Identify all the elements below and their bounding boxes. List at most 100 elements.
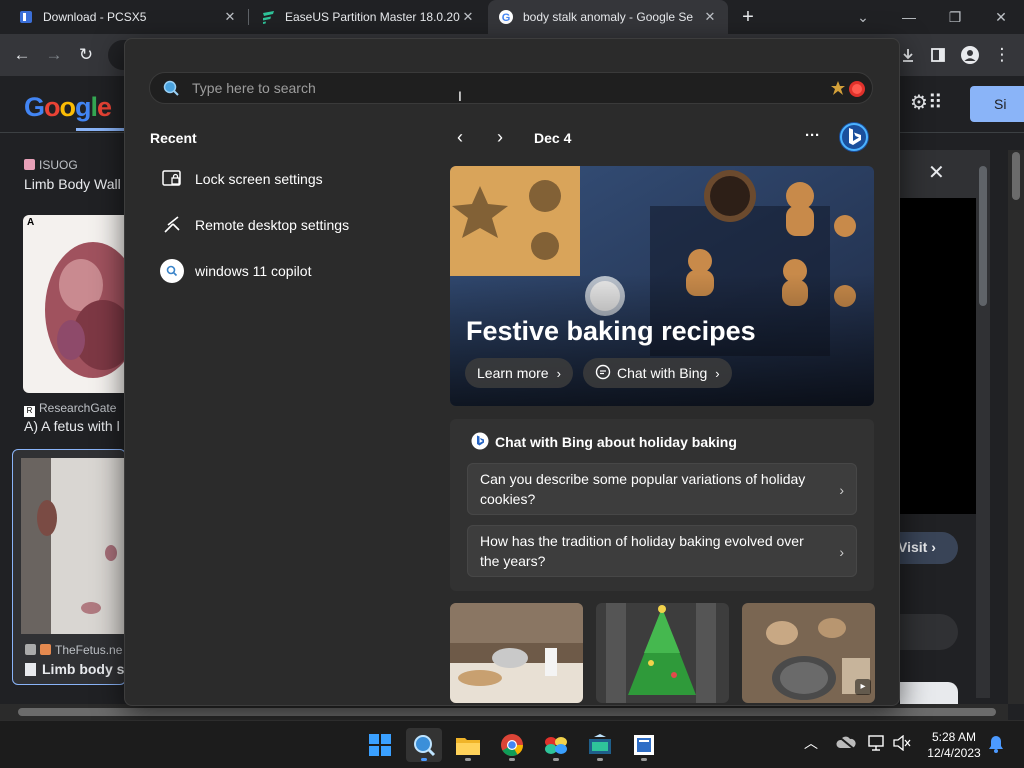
clock-time: 5:28 AM	[931, 730, 977, 744]
chevron-right-icon: ›	[715, 365, 720, 381]
question-text: How has the tradition of holiday baking …	[480, 533, 804, 569]
tab-underline	[76, 128, 124, 131]
easeus-favicon-icon	[260, 9, 276, 25]
chevron-right-icon: ›	[839, 482, 844, 498]
network-icon[interactable]	[868, 735, 886, 754]
image-panel-label: A	[27, 217, 35, 228]
result-title[interactable]: Limb body s	[42, 661, 124, 677]
bing-chat-icon	[471, 432, 489, 455]
result-title[interactable]: Limb Body Wall	[24, 176, 121, 192]
file-explorer-icon[interactable]	[450, 728, 486, 762]
svg-text:G: G	[502, 12, 511, 24]
tab-search-icon[interactable]: ⌄	[840, 0, 886, 34]
scroll-right-icon[interactable]: ▸	[855, 679, 871, 695]
tab-download-pcsx5[interactable]: Download - PCSX5 ✕	[8, 0, 248, 34]
volume-muted-icon[interactable]	[893, 734, 911, 754]
pcsx5-favicon-icon	[18, 9, 34, 25]
result-title-row: Limb body s	[25, 661, 124, 677]
search-icon	[163, 80, 179, 101]
result-image-fetus[interactable]: A	[23, 215, 125, 393]
close-tab-icon[interactable]: ✕	[222, 9, 238, 25]
start-button-icon[interactable]	[362, 728, 398, 762]
next-day-icon[interactable]: ›	[497, 127, 503, 148]
google-favicon-icon: G	[498, 9, 514, 25]
hero-card-festive-baking[interactable]: Festive baking recipes Learn more › Chat…	[450, 166, 874, 406]
notification-bell-icon[interactable]	[988, 735, 1004, 756]
result-title[interactable]: A) A fetus with l	[24, 418, 120, 434]
thumbnail-baking-kitchen[interactable]	[450, 603, 583, 703]
side-panel-icon[interactable]	[922, 39, 954, 71]
horizontal-scrollbar[interactable]	[0, 704, 1008, 720]
tab-title: Download - PCSX5	[43, 10, 147, 24]
tab-easeus[interactable]: EaseUS Partition Master 18.0.202 ✕	[250, 0, 486, 34]
app-multicolor-icon[interactable]	[538, 728, 574, 762]
recent-item-remote-desktop[interactable]: Remote desktop settings	[149, 206, 439, 244]
scrollbar-thumb[interactable]	[979, 166, 987, 306]
chevron-right-icon: ›	[556, 365, 561, 381]
suggested-question-button[interactable]: How has the tradition of holiday baking …	[467, 525, 857, 577]
result-source-researchgate: R ResearchGate	[24, 401, 116, 417]
back-icon[interactable]: ←	[6, 39, 38, 71]
restore-icon[interactable]: ❐	[932, 0, 978, 34]
reload-icon[interactable]: ↻	[70, 39, 102, 71]
show-hidden-icons-chevron-icon[interactable]: ︿	[804, 733, 818, 753]
result-source-isuog: ISUOG	[24, 158, 78, 172]
preview-scrollbar[interactable]	[976, 150, 990, 698]
close-window-icon[interactable]: ✕	[978, 0, 1024, 34]
learn-more-button[interactable]: Learn more ›	[465, 358, 573, 388]
minimize-icon[interactable]: —	[886, 0, 932, 34]
recent-item-lock-screen[interactable]: Lock screen settings	[149, 160, 439, 198]
learn-more-label: Learn more	[477, 365, 549, 381]
close-tab-icon[interactable]: ✕	[702, 9, 718, 25]
search-input[interactable]	[192, 78, 772, 98]
result-source-thefetus: TheFetus.ne	[25, 643, 122, 657]
recent-item-label: Lock screen settings	[195, 171, 323, 187]
result-image-thefetus	[21, 458, 125, 634]
text-cursor-icon: I	[458, 88, 462, 104]
running-indicator	[597, 758, 603, 761]
clock[interactable]: 5:28 AM 12/4/2023	[924, 729, 984, 761]
thumbnail-christmas-tree-cake[interactable]	[596, 603, 729, 703]
chrome-taskbar-icon[interactable]	[494, 728, 530, 762]
scrollbar-thumb[interactable]	[18, 708, 996, 716]
preview-bottom-card	[900, 682, 958, 704]
previous-day-icon[interactable]: ‹	[457, 127, 463, 148]
more-options-icon[interactable]: ···	[805, 127, 820, 144]
thumbnail-baking-utensils[interactable]: ▸	[742, 603, 875, 703]
close-tab-icon[interactable]: ✕	[460, 9, 476, 25]
chrome-menu-icon[interactable]: ⋮	[986, 39, 1018, 71]
page-scrollbar[interactable]	[1008, 150, 1024, 704]
tab-google-search[interactable]: G body stalk anomaly - Google Se ✕	[488, 0, 728, 34]
search-highlight-icon[interactable]	[830, 79, 868, 104]
settings-gear-icon[interactable]: ⚙⠿	[910, 90, 946, 114]
notepad-app-icon[interactable]	[626, 728, 662, 762]
remote-desktop-settings-icon	[159, 212, 185, 238]
windows-search-box[interactable]	[149, 72, 873, 104]
highlight-date: Dec 4	[534, 130, 572, 146]
sign-in-button[interactable]: Si	[970, 86, 1024, 122]
tab-title: body stalk anomaly - Google Se	[523, 10, 694, 24]
chat-with-bing-button[interactable]: Chat with Bing ›	[583, 358, 732, 388]
suggested-question-button[interactable]: Can you describe some popular variations…	[467, 463, 857, 515]
visit-button[interactable]: Visit ›	[890, 532, 958, 564]
taskbar-search-icon[interactable]	[406, 728, 442, 762]
bing-icon[interactable]	[838, 121, 870, 158]
recent-item-label: Remote desktop settings	[195, 217, 350, 233]
recent-item-label: windows 11 copilot	[195, 263, 312, 279]
profile-icon[interactable]	[954, 39, 986, 71]
tab-title: EaseUS Partition Master 18.0.202	[285, 10, 460, 24]
selected-result-card[interactable]: TheFetus.ne Limb body s	[12, 449, 126, 685]
running-indicator	[465, 758, 471, 761]
clock-date: 12/4/2023	[927, 746, 981, 760]
scrollbar-thumb[interactable]	[1012, 152, 1020, 200]
new-tab-button[interactable]: +	[736, 6, 760, 28]
partition-app-icon[interactable]	[582, 728, 618, 762]
running-indicator	[553, 758, 559, 761]
lock-screen-settings-icon	[159, 166, 185, 192]
google-logo[interactable]: Google	[24, 92, 112, 123]
onedrive-cloud-icon[interactable]	[836, 735, 856, 752]
running-indicator	[641, 758, 647, 761]
recent-item-copilot-search[interactable]: windows 11 copilot	[149, 252, 439, 290]
close-preview-icon[interactable]: ✕	[928, 160, 945, 185]
forward-icon[interactable]: →	[38, 39, 70, 71]
